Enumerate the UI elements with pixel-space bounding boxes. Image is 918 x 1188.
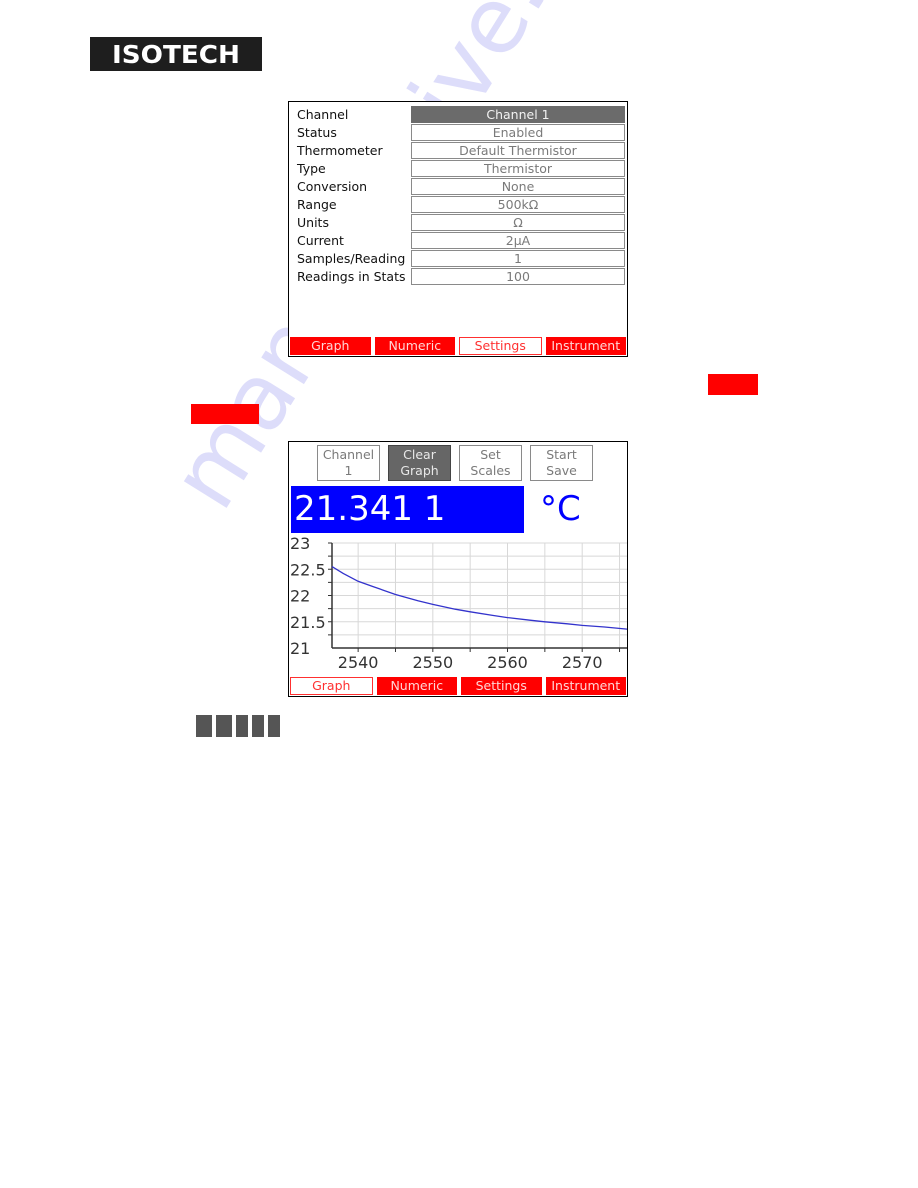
x-tick-label: 2570	[562, 653, 603, 672]
y-tick-label: 22.5	[290, 560, 326, 579]
graph-screen: Channel 1 Clear Graph Set Scales Start S…	[288, 441, 628, 697]
settings-row-units[interactable]: Units Ω	[289, 214, 627, 232]
y-tick-label: 21	[290, 639, 310, 658]
settings-label: Channel	[297, 107, 349, 122]
y-tick-label: 23	[290, 535, 310, 553]
settings-label: Thermometer	[297, 143, 383, 158]
graph-tab-bar: Graph Numeric Settings Instrument	[290, 677, 626, 695]
tab-settings[interactable]: Settings	[459, 337, 542, 355]
clear-graph-label-2: Graph	[400, 463, 439, 478]
key-indicator	[216, 715, 232, 737]
settings-label: Conversion	[297, 179, 368, 194]
settings-value-field[interactable]: Ω	[411, 214, 625, 231]
x-tick-label: 2550	[412, 653, 453, 672]
temperature-unit: °C	[540, 489, 581, 529]
set-scales-label-2: Scales	[470, 463, 511, 478]
settings-value-field[interactable]: Enabled	[411, 124, 625, 141]
settings-value-field[interactable]: 1	[411, 250, 625, 267]
x-tick-label: 2540	[338, 653, 379, 672]
settings-row-conversion[interactable]: Conversion None	[289, 178, 627, 196]
set-scales-label-1: Set	[480, 447, 501, 462]
channel-select-button[interactable]: Channel 1	[317, 445, 380, 481]
key-indicator	[268, 715, 280, 737]
settings-label: Units	[297, 215, 329, 230]
temperature-chart: 21 21.5 22 22.5 23 2540 2550 2560 2570	[290, 535, 627, 672]
clear-graph-label-1: Clear	[403, 447, 436, 462]
isotech-logo: ISOTECH	[90, 37, 262, 71]
tab-instrument[interactable]: Instrument	[545, 677, 626, 695]
settings-screen: Channel Channel 1 Status Enabled Thermometer…	[288, 101, 628, 357]
red-highlight-marker	[191, 404, 259, 424]
settings-label: Type	[297, 161, 326, 176]
settings-table: Channel Channel 1 Status Enabled Thermometer…	[289, 106, 627, 286]
settings-tab-bar: Graph Numeric Settings Instrument	[290, 337, 626, 355]
settings-value-field[interactable]: None	[411, 178, 625, 195]
start-save-label-1: Start	[546, 447, 577, 462]
key-indicator	[252, 715, 264, 737]
settings-value-field[interactable]: Default Thermistor	[411, 142, 625, 159]
x-tick-label: 2560	[487, 653, 528, 672]
settings-row-range[interactable]: Range 500kΩ	[289, 196, 627, 214]
tab-numeric[interactable]: Numeric	[376, 677, 457, 695]
tab-instrument[interactable]: Instrument	[545, 337, 626, 355]
key-indicator	[196, 715, 212, 737]
tab-numeric[interactable]: Numeric	[374, 337, 455, 355]
settings-label: Samples/Reading	[297, 251, 406, 266]
settings-row-samples-reading[interactable]: Samples/Reading 1	[289, 250, 627, 268]
set-scales-button[interactable]: Set Scales	[459, 445, 522, 481]
settings-label: Readings in Stats	[297, 269, 406, 284]
logo-text: ISOTECH	[111, 39, 241, 69]
tab-graph[interactable]: Graph	[290, 337, 371, 355]
start-save-button[interactable]: Start Save	[530, 445, 593, 481]
settings-label: Status	[297, 125, 337, 140]
settings-value-field[interactable]: Thermistor	[411, 160, 625, 177]
clear-graph-button[interactable]: Clear Graph	[388, 445, 451, 481]
settings-row-current[interactable]: Current 2µA	[289, 232, 627, 250]
settings-value-field[interactable]: 2µA	[411, 232, 625, 249]
temperature-readout: 21.341 1	[291, 486, 524, 533]
y-tick-label: 22	[290, 587, 310, 606]
settings-row-readings-in-stats[interactable]: Readings in Stats 100	[289, 268, 627, 286]
settings-row-channel[interactable]: Channel Channel 1	[289, 106, 627, 124]
settings-row-status[interactable]: Status Enabled	[289, 124, 627, 142]
start-save-label-2: Save	[546, 463, 577, 478]
settings-label: Range	[297, 197, 337, 212]
settings-label: Current	[297, 233, 344, 248]
settings-value-field[interactable]: 100	[411, 268, 625, 285]
key-indicator	[236, 715, 248, 737]
series-line-channel-1	[331, 566, 627, 630]
red-highlight-marker	[708, 374, 758, 395]
y-tick-label: 21.5	[290, 613, 326, 632]
channel-button-label: Channel 1	[322, 447, 375, 478]
tab-settings[interactable]: Settings	[461, 677, 542, 695]
settings-row-thermometer[interactable]: Thermometer Default Thermistor	[289, 142, 627, 160]
tab-graph[interactable]: Graph	[290, 677, 373, 695]
key-indicator-group	[196, 715, 280, 737]
settings-value-field[interactable]: Channel 1	[411, 106, 625, 123]
settings-row-type[interactable]: Type Thermistor	[289, 160, 627, 178]
settings-value-field[interactable]: 500kΩ	[411, 196, 625, 213]
